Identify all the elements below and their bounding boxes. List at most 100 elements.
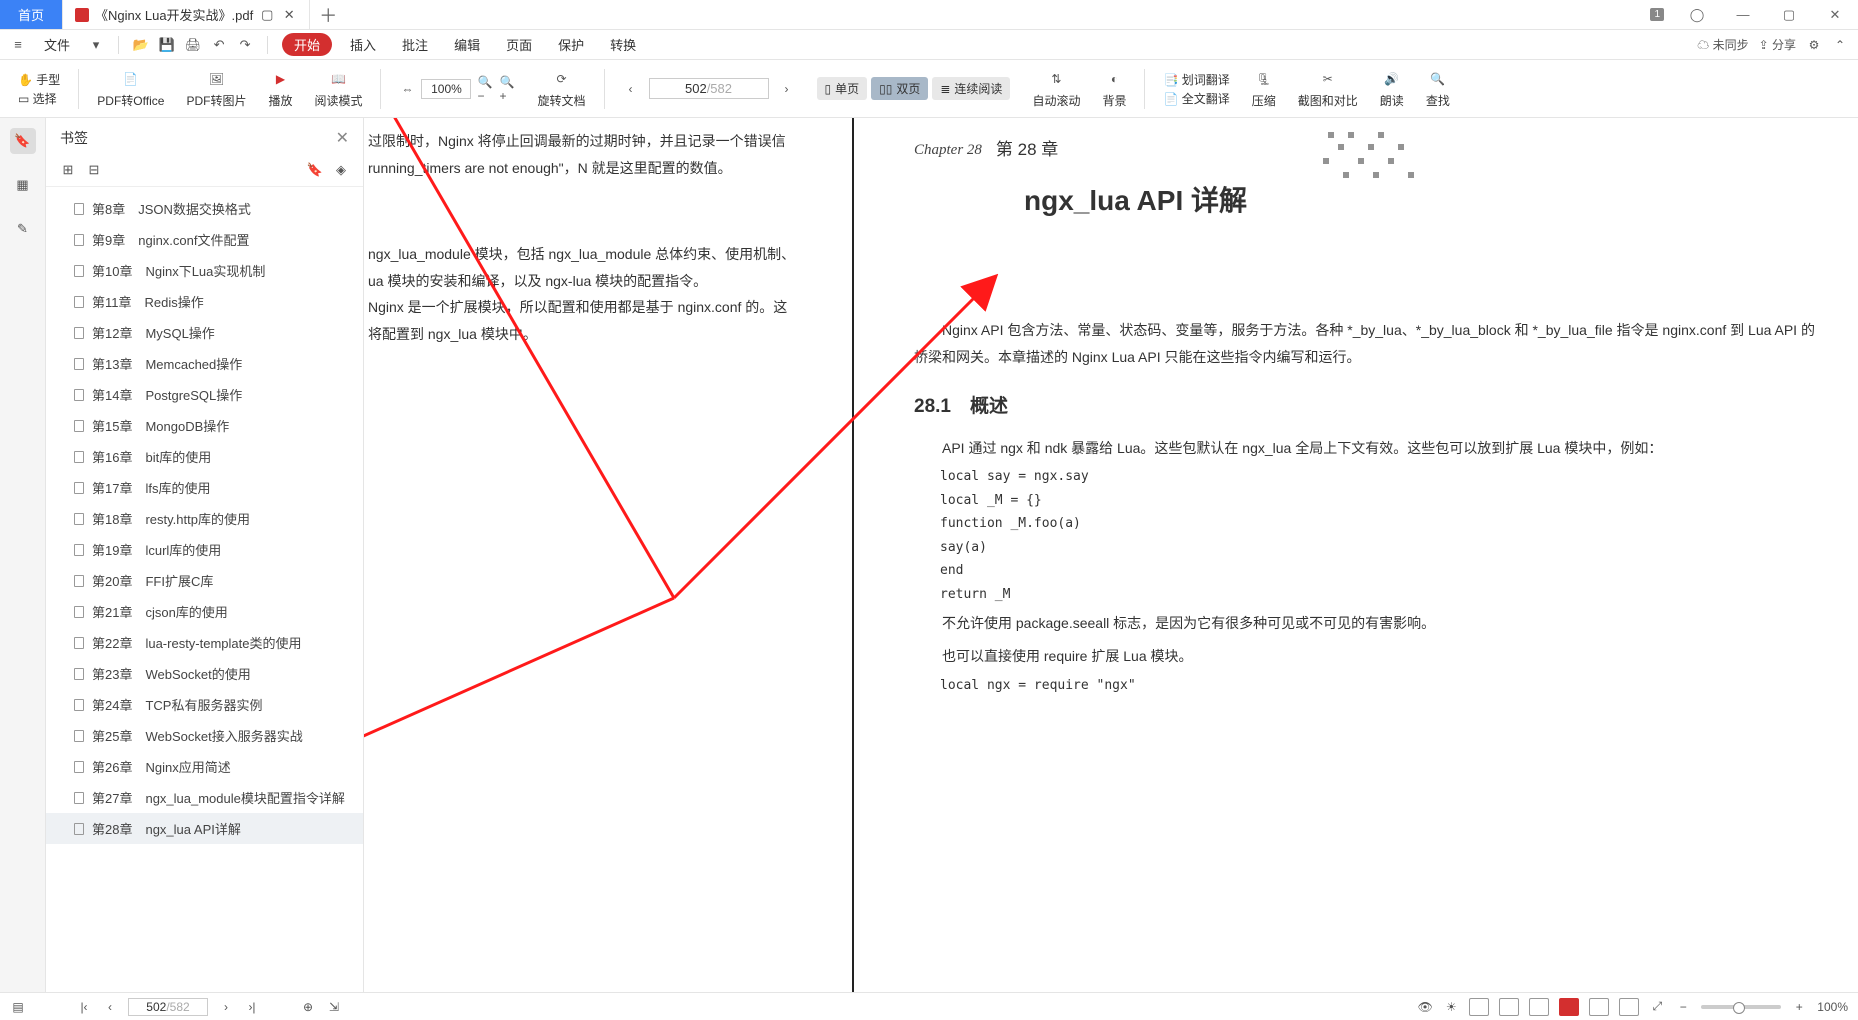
bookmark-item[interactable]: 第8章 JSON数据交换格式 bbox=[46, 193, 363, 224]
status-zoom-value[interactable]: 100% bbox=[1817, 1000, 1848, 1014]
bookmark-item[interactable]: 第11章 Redis操作 bbox=[46, 286, 363, 317]
avatar-button[interactable]: ◯ bbox=[1674, 0, 1720, 30]
menu-protect[interactable]: 保护 bbox=[550, 33, 592, 56]
bookmark-item[interactable]: 第9章 nginx.conf文件配置 bbox=[46, 224, 363, 255]
view-mode-1[interactable] bbox=[1469, 998, 1489, 1016]
find-button[interactable]: 🔍查找 bbox=[1418, 60, 1458, 117]
new-tab-button[interactable]: ＋ bbox=[310, 0, 346, 29]
bookmark-item[interactable]: 第25章 WebSocket接入服务器实战 bbox=[46, 720, 363, 751]
tab-close-icon[interactable]: ✕ bbox=[281, 7, 297, 23]
screenshot-button[interactable]: ✂截图和对比 bbox=[1290, 60, 1366, 117]
next-page-icon[interactable]: › bbox=[218, 999, 234, 1015]
prev-page-icon[interactable]: ‹ bbox=[102, 999, 118, 1015]
bookmark-item[interactable]: 第22章 lua-resty-template类的使用 bbox=[46, 627, 363, 658]
minimize-button[interactable]: — bbox=[1720, 0, 1766, 30]
view-mode-3[interactable] bbox=[1529, 998, 1549, 1016]
menu-file[interactable]: 文件 bbox=[36, 33, 78, 56]
next-page-icon[interactable]: › bbox=[779, 81, 795, 97]
menu-page[interactable]: 页面 bbox=[498, 33, 540, 56]
bookmark-item[interactable]: 第14章 PostgreSQL操作 bbox=[46, 379, 363, 410]
print-icon[interactable]: 🖨 bbox=[185, 37, 201, 53]
zoom-in-icon[interactable]: + bbox=[1791, 999, 1807, 1015]
autoscroll-button[interactable]: ⇅自动滚动 bbox=[1024, 60, 1088, 117]
zoom-slider[interactable] bbox=[1701, 1005, 1781, 1009]
last-page-icon[interactable]: ›| bbox=[244, 999, 260, 1015]
background-button[interactable]: ◐背景 bbox=[1094, 60, 1134, 117]
extract-page-icon[interactable]: ⇲ bbox=[326, 999, 342, 1015]
bookmark-item[interactable]: 第19章 lcurl库的使用 bbox=[46, 534, 363, 565]
open-icon[interactable]: 📂 bbox=[133, 37, 149, 53]
menu-insert[interactable]: 插入 bbox=[342, 33, 384, 56]
menu-edit[interactable]: 编辑 bbox=[446, 33, 488, 56]
share-button[interactable]: ⇪ 分享 bbox=[1759, 36, 1796, 53]
bookmark-options-icon[interactable]: ◈ bbox=[333, 162, 349, 178]
settings-icon[interactable]: ⚙ bbox=[1806, 37, 1822, 53]
save-icon[interactable]: 💾 bbox=[159, 37, 175, 53]
zoom-out-icon[interactable]: 🔍− bbox=[477, 81, 493, 97]
bookmark-item[interactable]: 第10章 Nginx下Lua实现机制 bbox=[46, 255, 363, 286]
expand-all-icon[interactable]: ⊞ bbox=[60, 162, 76, 178]
hand-tool[interactable]: ✋ 手型 bbox=[18, 71, 60, 88]
thumbnail-panel-icon[interactable]: ▦ bbox=[10, 172, 36, 198]
bookmark-item[interactable]: 第21章 cjson库的使用 bbox=[46, 596, 363, 627]
fit-icon[interactable]: ⤢ bbox=[1649, 999, 1665, 1015]
day-mode-icon[interactable]: ☀ bbox=[1443, 999, 1459, 1015]
bookmark-item[interactable]: 第12章 MySQL操作 bbox=[46, 317, 363, 348]
bookmark-item[interactable]: 第26章 Nginx应用简述 bbox=[46, 751, 363, 782]
zoom-out-icon[interactable]: − bbox=[1675, 999, 1691, 1015]
bookmark-item[interactable]: 第28章 ngx_lua API详解 bbox=[46, 813, 363, 844]
notification-badge[interactable]: 1 bbox=[1650, 8, 1664, 21]
compress-button[interactable]: 🗜压缩 bbox=[1244, 60, 1284, 117]
maximize-button[interactable]: ▢ bbox=[1766, 0, 1812, 30]
fit-width-icon[interactable]: ⇔ bbox=[399, 81, 415, 97]
edit-panel-icon[interactable]: ✎ bbox=[10, 216, 36, 242]
rotate-button[interactable]: ⟳旋转文档 bbox=[529, 60, 593, 117]
tab-file[interactable]: 《Nginx Lua开发实战》.pdf ▢ ✕ bbox=[63, 0, 310, 29]
single-page-button[interactable]: ▯ 单页 bbox=[817, 77, 868, 100]
view-mode-6[interactable] bbox=[1619, 998, 1639, 1016]
chevron-down-icon[interactable]: ▾ bbox=[88, 37, 104, 53]
bookmark-item[interactable]: 第15章 MongoDB操作 bbox=[46, 410, 363, 441]
add-page-icon[interactable]: ⊕ bbox=[300, 999, 316, 1015]
close-button[interactable]: ✕ bbox=[1812, 0, 1858, 30]
status-page-input[interactable]: 502/582 bbox=[128, 998, 208, 1016]
eye-icon[interactable]: 👁 bbox=[1417, 999, 1433, 1015]
zoom-value[interactable]: 100% bbox=[421, 79, 471, 99]
zoom-in-icon[interactable]: 🔍+ bbox=[499, 81, 515, 97]
redo-icon[interactable]: ↷ bbox=[237, 37, 253, 53]
page-number-input[interactable]: 502/582 bbox=[649, 78, 769, 99]
document-view[interactable]: 过限制时，Nginx 将停止回调最新的过期时钟，并且记录一个错误信 runnin… bbox=[364, 118, 1858, 992]
word-translate-button[interactable]: 📑 划词翻译 bbox=[1163, 71, 1229, 88]
bookmark-item[interactable]: 第27章 ngx_lua_module模块配置指令详解 bbox=[46, 782, 363, 813]
read-aloud-button[interactable]: 🔊朗读 bbox=[1372, 60, 1412, 117]
pdf-to-image-button[interactable]: 🖼PDF转图片 bbox=[178, 60, 254, 117]
read-mode-button[interactable]: 📖阅读模式 bbox=[306, 60, 370, 117]
bookmark-item[interactable]: 第17章 lfs库的使用 bbox=[46, 472, 363, 503]
select-tool[interactable]: ▭ 选择 bbox=[18, 90, 57, 107]
bookmark-item[interactable]: 第16章 bit库的使用 bbox=[46, 441, 363, 472]
prev-page-icon[interactable]: ‹ bbox=[623, 81, 639, 97]
continuous-button[interactable]: ≣ 连续阅读 bbox=[932, 77, 1010, 100]
undo-icon[interactable]: ↶ bbox=[211, 37, 227, 53]
play-button[interactable]: ▶播放 bbox=[260, 60, 300, 117]
tab-home[interactable]: 首页 bbox=[0, 0, 63, 29]
tab-popout-icon[interactable]: ▢ bbox=[259, 7, 275, 23]
view-mode-4[interactable] bbox=[1559, 998, 1579, 1016]
panel-toggle-icon[interactable]: ▤ bbox=[10, 999, 26, 1015]
view-mode-2[interactable] bbox=[1499, 998, 1519, 1016]
bookmark-panel-icon[interactable]: 🔖 bbox=[10, 128, 36, 154]
menu-start[interactable]: 开始 bbox=[282, 33, 332, 56]
sidebar-close-icon[interactable]: ✕ bbox=[336, 128, 349, 148]
full-translate-button[interactable]: 📄 全文翻译 bbox=[1163, 90, 1229, 107]
double-page-button[interactable]: ▯▯ 双页 bbox=[871, 77, 928, 100]
view-mode-5[interactable] bbox=[1589, 998, 1609, 1016]
menu-convert[interactable]: 转换 bbox=[602, 33, 644, 56]
collapse-icon[interactable]: ⌃ bbox=[1832, 37, 1848, 53]
sync-status[interactable]: ☁ 未同步 bbox=[1697, 36, 1748, 53]
bookmark-item[interactable]: 第24章 TCP私有服务器实例 bbox=[46, 689, 363, 720]
pdf-to-office-button[interactable]: 📄PDF转Office bbox=[89, 60, 172, 117]
add-bookmark-icon[interactable]: 🔖 bbox=[307, 162, 323, 178]
menu-review[interactable]: 批注 bbox=[394, 33, 436, 56]
bookmark-item[interactable]: 第18章 resty.http库的使用 bbox=[46, 503, 363, 534]
collapse-all-icon[interactable]: ⊟ bbox=[86, 162, 102, 178]
